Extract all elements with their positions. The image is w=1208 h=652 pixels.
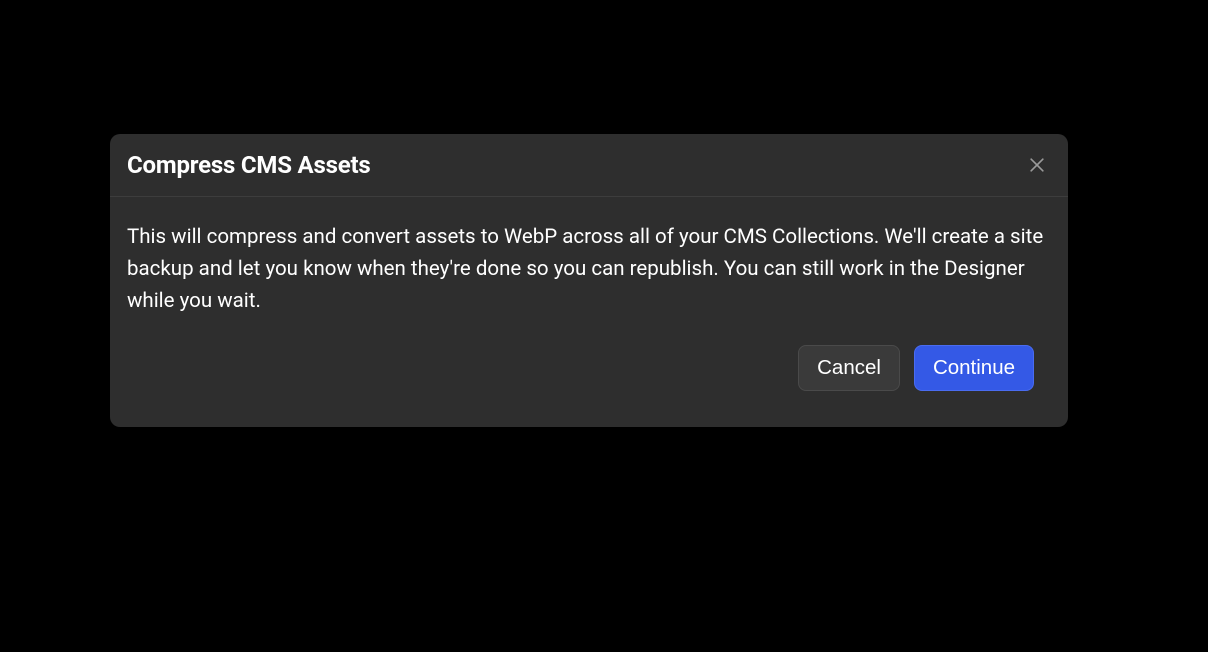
close-icon (1027, 155, 1047, 175)
modal-footer: Cancel Continue (127, 345, 1051, 409)
continue-button[interactable]: Continue (914, 345, 1034, 391)
modal-title: Compress CMS Assets (127, 151, 371, 179)
modal-header: Compress CMS Assets (110, 134, 1068, 197)
modal-body: This will compress and convert assets to… (110, 197, 1068, 427)
compress-cms-assets-modal: Compress CMS Assets This will compress a… (110, 134, 1068, 427)
cancel-button[interactable]: Cancel (798, 345, 900, 391)
close-button[interactable] (1023, 151, 1051, 179)
modal-description: This will compress and convert assets to… (127, 221, 1051, 317)
